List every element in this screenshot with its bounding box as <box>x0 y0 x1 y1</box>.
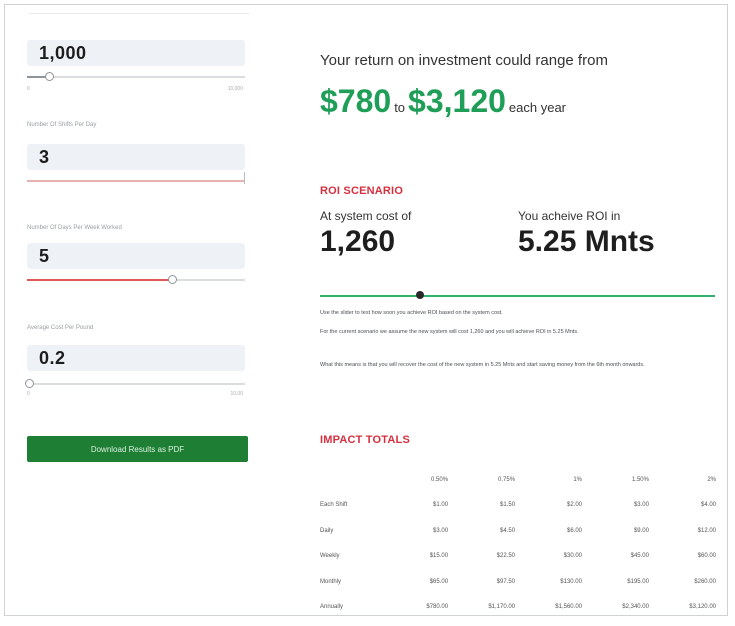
cost-per-pound-slider-max: 10.00 <box>230 391 243 397</box>
table-row: Weekly $15.00 $22.50 $30.00 $45.00 $60.0… <box>320 544 720 570</box>
system-cost-label: At system cost of <box>320 209 412 223</box>
system-cost-value: 1,260 <box>320 225 396 258</box>
row-label: Weekly <box>320 553 340 560</box>
days-slider-thumb[interactable] <box>168 275 177 284</box>
shifts-slider-thumb[interactable] <box>244 172 245 184</box>
table-cell: $97.50 <box>496 578 516 585</box>
shifts-slider[interactable] <box>27 172 245 186</box>
cost-per-pound-slider-min: 0 <box>27 391 30 397</box>
column-header: 1.50% <box>631 476 649 483</box>
pounds-slider[interactable] <box>27 72 245 82</box>
table-row: Monthly $65.00 $97.50 $130.00 $195.00 $2… <box>320 569 720 595</box>
table-cell: $15.00 <box>429 553 449 560</box>
column-header: 2% <box>707 476 716 483</box>
cost-per-pound-input[interactable]: 0.2 <box>27 345 245 371</box>
table-cell: $3,120.00 <box>689 604 716 611</box>
column-header: 0.75% <box>498 476 516 483</box>
row-label: Annually <box>320 604 344 611</box>
pounds-slider-thumb[interactable] <box>45 72 54 81</box>
table-row: Each Shift $1.00 $1.50 $2.00 $3.00 $4.00 <box>320 493 720 519</box>
cost-per-pound-slider-thumb[interactable] <box>25 379 34 388</box>
table-cell: $60.00 <box>697 553 716 560</box>
roi-time-value: 5.25 Mnts <box>518 225 655 258</box>
calculator-panel: 1,000 0 10,000 Number Of Shifts Per Day … <box>4 4 728 616</box>
system-cost-slider-track[interactable] <box>320 295 715 297</box>
table-cell: $3.00 <box>633 502 649 509</box>
table-cell: $3.00 <box>433 527 449 534</box>
table-row: Daily $3.00 $4.50 $6.00 $9.00 $12.00 <box>320 518 720 544</box>
roi-low-value: $780 <box>320 83 392 119</box>
table-cell: $9.00 <box>633 527 649 534</box>
table-cell: $4.50 <box>500 527 516 534</box>
table-cell: $4.00 <box>700 502 716 509</box>
system-cost-slider-thumb[interactable] <box>416 291 424 299</box>
impact-totals-title: IMPACT TOTALS <box>320 434 410 446</box>
days-slider-fill <box>27 279 173 281</box>
roi-range: $780 to$3,120 each year <box>320 83 569 120</box>
table-cell: $780.00 <box>426 604 449 611</box>
roi-scenario-title: ROI SCENARIO <box>320 185 404 197</box>
days-input[interactable]: 5 <box>27 243 245 269</box>
roi-time-label: You acheive ROI in <box>518 209 621 223</box>
table-cell: $30.00 <box>563 553 582 560</box>
roi-high-value: $3,120 <box>408 83 506 119</box>
days-label: Number Of Days Per Week Worked <box>27 225 122 231</box>
table-cell: $2.00 <box>566 502 582 509</box>
table-cell: $2,340.00 <box>622 604 649 611</box>
shifts-label: Number Of Shifts Per Day <box>27 122 97 128</box>
row-label: Each Shift <box>320 502 348 509</box>
table-cell: $1.00 <box>433 502 449 509</box>
shifts-input[interactable]: 3 <box>27 144 245 170</box>
cost-per-pound-slider[interactable] <box>25 379 245 389</box>
table-cell: $1,170.00 <box>488 604 516 611</box>
cost-per-pound-input-value: 0.2 <box>39 348 66 368</box>
roi-lead-text: Your return on investment could range fr… <box>320 52 608 69</box>
table-cell: $6.00 <box>566 527 582 534</box>
download-pdf-button[interactable]: Download Results as PDF <box>27 436 248 462</box>
pounds-slider-max: 10,000 <box>227 86 243 92</box>
days-input-value: 5 <box>39 246 50 266</box>
pounds-input[interactable]: 1,000 <box>27 40 245 66</box>
table-cell: $65.00 <box>429 578 449 585</box>
scenario-note-3: What this means is that you will recover… <box>320 362 645 368</box>
roi-suffix: each year <box>508 100 566 115</box>
table-header-row: 0.50% 0.75% 1% 1.50% 2% <box>320 467 720 493</box>
row-label: Daily <box>320 527 334 534</box>
shifts-input-value: 3 <box>39 147 50 167</box>
table-cell: $1.50 <box>500 502 516 509</box>
pounds-input-value: 1,000 <box>39 43 87 63</box>
table-cell: $12.00 <box>697 527 716 534</box>
table-cell: $22.50 <box>496 553 516 560</box>
table-row: Annually $780.00 $1,170.00 $1,560.00 $2,… <box>320 595 720 621</box>
column-header: 0.50% <box>431 476 449 483</box>
cost-per-pound-label: Average Cost Per Pound <box>27 325 94 331</box>
days-slider[interactable] <box>27 275 245 285</box>
table-cell: $45.00 <box>630 553 649 560</box>
column-header-blank <box>320 467 396 493</box>
row-label: Monthly <box>320 578 342 585</box>
column-header: 1% <box>573 476 582 483</box>
impact-table: 0.50% 0.75% 1% 1.50% 2% Each Shift $1.00… <box>320 467 720 620</box>
roi-to-word: to <box>394 100 406 115</box>
table-cell: $1,560.00 <box>555 604 582 611</box>
table-cell: $130.00 <box>560 578 582 585</box>
pounds-slider-min: 0 <box>27 86 30 92</box>
scenario-note-2: For the current scenario we assume the n… <box>320 329 579 335</box>
table-cell: $260.00 <box>694 578 716 585</box>
table-cell: $195.00 <box>627 578 649 585</box>
scenario-note-1: Use the slider to test how soon you achi… <box>320 310 503 316</box>
divider <box>29 13 249 19</box>
